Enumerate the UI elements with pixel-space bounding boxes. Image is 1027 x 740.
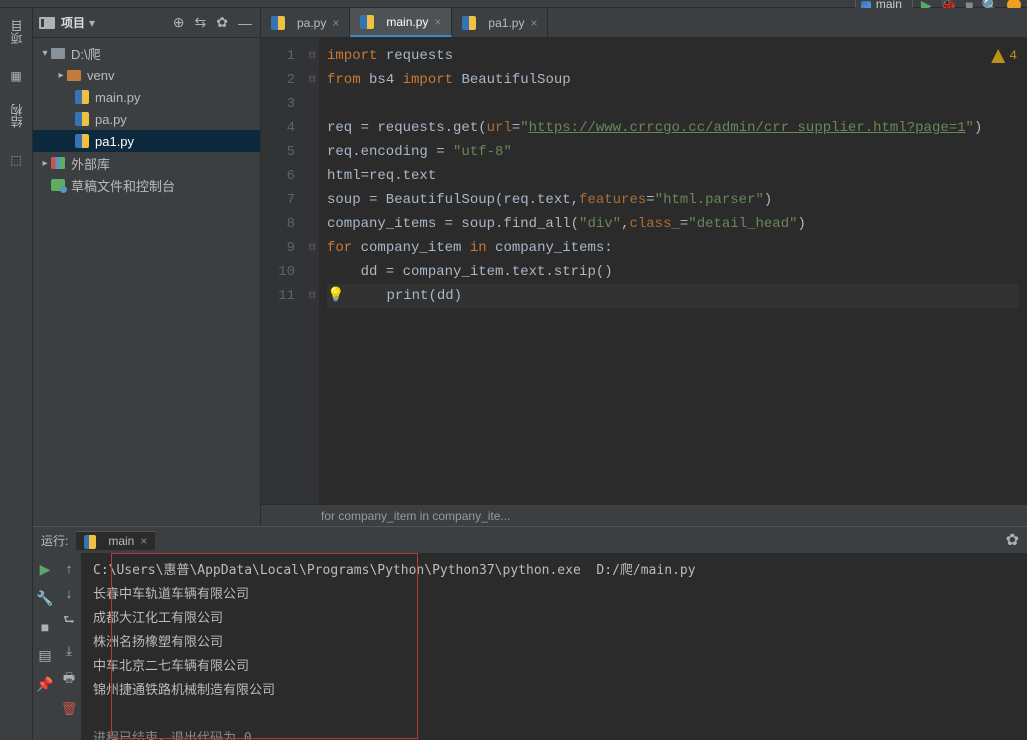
chevron-down-icon[interactable]: ▾ [39, 48, 51, 59]
print-icon[interactable]: 🖶 [63, 669, 75, 691]
tree-file-label: pa1.py [95, 134, 134, 149]
tree-root-label: D:\爬 [71, 44, 101, 63]
chevron-right-icon[interactable]: ▸ [55, 70, 67, 81]
scratch-icon [51, 179, 65, 191]
tab-pa1[interactable]: pa1.py × [452, 8, 548, 37]
python-file-icon [360, 15, 374, 29]
warning-icon [991, 49, 1005, 63]
project-tool-icon[interactable]: ▦ [8, 68, 24, 84]
tree-libs-label: 外部库 [71, 154, 110, 173]
tree-root[interactable]: ▾ D:\爬 [33, 42, 260, 64]
run-console-output[interactable]: C:\Users\惠普\AppData\Local\Programs\Pytho… [81, 553, 1027, 740]
folder-icon [51, 48, 65, 59]
code-editor[interactable]: 4 1234567891011 ⊟⊟⊟⊟ import requestsfrom… [261, 38, 1027, 504]
python-file-icon [75, 112, 89, 126]
editor-area: pa.py × main.py × pa1.py × 4 [261, 8, 1027, 526]
editor-tabs: pa.py × main.py × pa1.py × [261, 8, 1027, 38]
project-tool-tab[interactable]: 项目 [8, 16, 25, 48]
stop-icon[interactable]: ■ [41, 619, 49, 635]
expand-all-icon[interactable]: ⇆ [193, 14, 209, 31]
intention-bulb-icon[interactable]: 💡 [327, 288, 344, 304]
tree-venv[interactable]: ▸ venv [33, 64, 260, 86]
tree-file-pa1[interactable]: pa1.py [33, 130, 260, 152]
gear-icon[interactable]: ✿ [1006, 530, 1019, 550]
tree-scratches[interactable]: 草稿文件和控制台 [33, 174, 260, 196]
tree-file-label: pa.py [95, 112, 127, 127]
tree-external-libs[interactable]: ▸ 外部库 [33, 152, 260, 174]
run-tool-window: 运行: main × ✿ ▶ 🔧 ■ ▤ 📌 ↑ ↓ ⮑ ⤓ 🖶 [33, 526, 1027, 740]
tree-file-label: main.py [95, 90, 141, 105]
close-icon[interactable]: × [434, 15, 441, 29]
layout-icon[interactable]: ▤ [38, 647, 51, 664]
project-panel-title: 项目 [61, 14, 85, 31]
settings-icon[interactable]: ✿ [214, 14, 230, 31]
inspection-summary[interactable]: 4 [991, 44, 1017, 68]
editor-breadcrumb[interactable]: for company_item in company_ite... [261, 504, 1027, 526]
code-content[interactable]: import requestsfrom bs4 import Beautiful… [319, 38, 1027, 504]
pin-icon[interactable]: 📌 [36, 676, 53, 693]
left-tool-strip: 项目 ▦ 结构 ⬚ [0, 8, 33, 740]
fold-gutter[interactable]: ⊟⊟⊟⊟ [305, 38, 319, 504]
close-icon[interactable]: × [530, 16, 537, 30]
soft-wrap-icon[interactable]: ⮑ [63, 611, 75, 633]
tree-scratch-label: 草稿文件和控制台 [71, 176, 175, 195]
up-arrow-icon[interactable]: ↑ [66, 561, 73, 576]
python-file-icon [75, 134, 89, 148]
run-toolbar-left2: ↑ ↓ ⮑ ⤓ 🖶 🗑 [57, 553, 81, 740]
tab-label: pa1.py [488, 16, 524, 30]
line-number-gutter: 1234567891011 [261, 38, 305, 504]
python-file-icon [84, 535, 96, 547]
library-icon [51, 157, 65, 169]
python-file-icon [75, 90, 89, 104]
run-label: 运行: [41, 532, 68, 549]
python-file-icon [462, 16, 476, 30]
tab-label: main.py [386, 15, 428, 29]
folder-icon [67, 70, 81, 81]
top-toolbar: main ▶ 🐞 ■ 🔍 [0, 0, 1027, 8]
project-panel-header: 项目 ▾ ⊕ ⇆ ✿ — [33, 8, 260, 38]
project-view-dropdown-icon[interactable]: ▾ [89, 16, 95, 30]
tab-pa[interactable]: pa.py × [261, 8, 350, 37]
select-opened-file-icon[interactable]: ⊕ [171, 14, 187, 31]
run-tab-main[interactable]: main × [76, 531, 155, 550]
scroll-to-end-icon[interactable]: ⤓ [66, 643, 72, 659]
clear-all-icon[interactable]: 🗑 [61, 701, 78, 717]
project-panel: 项目 ▾ ⊕ ⇆ ✿ — ▾ D:\爬 ▸ venv [33, 8, 261, 526]
wrench-icon[interactable]: 🔧 [36, 590, 53, 607]
tab-label: pa.py [297, 16, 326, 30]
tree-venv-label: venv [87, 68, 114, 83]
warning-count: 4 [1009, 44, 1017, 68]
chevron-right-icon[interactable]: ▸ [39, 158, 51, 169]
structure-tool-tab[interactable]: 结构 [8, 100, 25, 132]
tree-file-pa[interactable]: pa.py [33, 108, 260, 130]
rerun-icon[interactable]: ▶ [40, 561, 51, 578]
python-file-icon [271, 16, 285, 30]
hide-panel-icon[interactable]: — [236, 15, 254, 31]
structure-tool-icon[interactable]: ⬚ [8, 152, 24, 168]
close-icon[interactable]: × [140, 534, 147, 548]
project-tree[interactable]: ▾ D:\爬 ▸ venv main.py pa.py [33, 38, 260, 526]
run-toolbar-left: ▶ 🔧 ■ ▤ 📌 [33, 553, 57, 740]
tree-file-main[interactable]: main.py [33, 86, 260, 108]
tab-main[interactable]: main.py × [350, 8, 452, 37]
run-header: 运行: main × ✿ [33, 527, 1027, 553]
run-tab-label: main [108, 534, 134, 548]
close-icon[interactable]: × [332, 16, 339, 30]
project-view-icon[interactable] [39, 17, 55, 29]
down-arrow-icon[interactable]: ↓ [66, 586, 73, 601]
